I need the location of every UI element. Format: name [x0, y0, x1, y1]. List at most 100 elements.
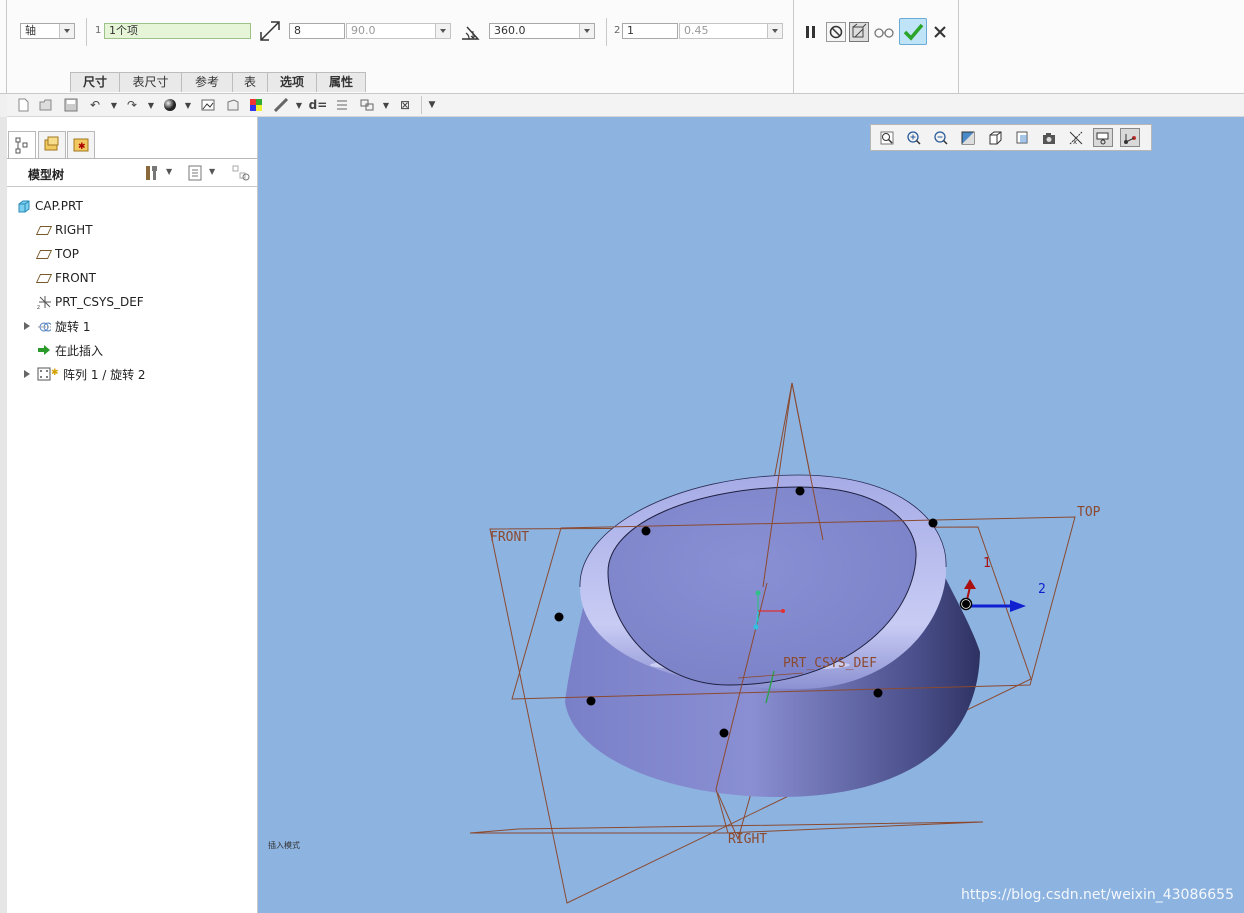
camera-icon[interactable] [1039, 128, 1059, 147]
dashboard-tabs: 尺寸 表尺寸 参考 表 选项 属性 [70, 72, 366, 92]
toolbar-overflow-icon[interactable]: ▼ [424, 97, 440, 113]
member-count-input[interactable]: 8 [289, 23, 345, 39]
annotation-display-icon[interactable] [1093, 128, 1113, 147]
tab-tables[interactable]: 表 [232, 72, 268, 92]
chevron-down-icon[interactable]: ▼ [166, 167, 172, 176]
tree-show-icon[interactable] [186, 164, 204, 182]
folder-browser-tab[interactable] [38, 131, 66, 159]
axis-reference-collector[interactable]: 1个项 [104, 23, 251, 39]
point-display-icon[interactable] [1120, 128, 1140, 147]
redo-icon[interactable]: ↷ [124, 97, 140, 113]
separator [86, 18, 87, 46]
parameters-icon[interactable] [334, 97, 350, 113]
chevron-down-icon[interactable]: ▼ [106, 97, 122, 113]
tree-item-right[interactable]: RIGHT [35, 220, 93, 240]
csys-label: PRT_CSYS_DEF [783, 656, 877, 671]
tree-filter-icon[interactable] [231, 164, 251, 182]
tab-table-dimensions[interactable]: 表尺寸 [119, 72, 182, 92]
favorites-tab[interactable]: ✱ [67, 131, 95, 159]
pattern-direction-arrows[interactable] [959, 579, 1027, 612]
direction2-label: 2 [1038, 582, 1046, 597]
tree-header-divider [7, 186, 257, 187]
layers-view-icon[interactable] [1012, 128, 1032, 147]
right-plane-label: RIGHT [728, 832, 767, 847]
chevron-down-icon [435, 24, 450, 38]
expand-arrow-icon[interactable] [24, 370, 30, 378]
appearance-gallery-icon[interactable] [248, 97, 264, 113]
direction2-count-input[interactable]: 1 [622, 23, 678, 39]
datum-plane-icon [35, 247, 53, 261]
tree-item-cap-prt[interactable]: CAP.PRT [17, 196, 83, 216]
model-tree-tab[interactable] [8, 131, 36, 159]
measure-icon[interactable] [273, 97, 289, 113]
chevron-down-icon[interactable]: ▼ [291, 97, 307, 113]
tree-settings-tools-icon[interactable] [143, 164, 161, 182]
tree-item-front[interactable]: FRONT [35, 268, 96, 288]
tree-item-top[interactable]: TOP [35, 244, 80, 264]
separator [421, 96, 422, 114]
no-preview-icon[interactable] [826, 22, 846, 42]
pattern-type-combo[interactable]: 轴 [20, 23, 75, 39]
save-icon[interactable] [63, 97, 79, 113]
expand-arrow-icon[interactable] [24, 322, 30, 330]
increment-angle-combo[interactable]: 90.0 [346, 23, 451, 39]
open-folder-icon[interactable] [38, 97, 54, 113]
layer-icon[interactable] [225, 97, 241, 113]
front-plane-label: FRONT [490, 530, 529, 545]
tab-options[interactable]: 选项 [267, 72, 317, 92]
chevron-down-icon [579, 24, 594, 38]
direction2-spacing-combo[interactable]: 0.45 [679, 23, 783, 39]
zoom-out-icon[interactable] [931, 128, 951, 147]
saved-orientations-icon[interactable] [985, 128, 1005, 147]
model-tree-icon [15, 137, 28, 154]
pause-icon[interactable] [803, 23, 819, 41]
chevron-down-icon[interactable]: ▼ [209, 167, 215, 176]
repaint-icon[interactable] [958, 128, 978, 147]
confirm-button[interactable] [899, 18, 927, 45]
chevron-down-icon[interactable]: ▼ [180, 97, 196, 113]
part-icon [17, 199, 31, 213]
datum-display-icon[interactable]: x [1066, 128, 1086, 147]
revolve-icon [37, 319, 51, 333]
tree-item-label: TOP [55, 247, 80, 261]
tree-item-revolve1[interactable]: 旋转 1 [37, 316, 90, 336]
tab-dimensions[interactable]: 尺寸 [70, 72, 120, 92]
relations-icon[interactable]: d= [309, 97, 328, 113]
tree-item-label: FRONT [55, 271, 96, 285]
view-toolbar: x [870, 124, 1152, 151]
glasses-preview-icon[interactable] [873, 23, 895, 41]
tree-item-pattern1[interactable]: ✱ 阵列 1 / 旋转 2 [37, 364, 146, 384]
tree-item-csys[interactable]: z PRT_CSYS_DEF [37, 292, 144, 312]
tree-item-label: CAP.PRT [35, 199, 83, 213]
model-canvas: FRONT TOP RIGHT PRT_CSYS_DEF 1 2 [469, 382, 1101, 904]
svg-text:x: x [1073, 138, 1077, 146]
separator [958, 0, 959, 93]
total-angle-combo[interactable]: 360.0 [489, 23, 595, 39]
tree-item-label: 在此插入 [55, 343, 104, 358]
chevron-down-icon[interactable]: ▼ [378, 97, 394, 113]
angle-range-icon[interactable] [459, 21, 481, 43]
graphics-viewport[interactable]: FRONT TOP RIGHT PRT_CSYS_DEF 1 2 [258, 117, 1244, 913]
zoom-in-icon[interactable] [904, 128, 924, 147]
cancel-button[interactable] [932, 24, 948, 40]
tree-item-insert-here[interactable]: 在此插入 [37, 340, 103, 360]
undo-icon[interactable]: ↶ [87, 97, 103, 113]
tab-references[interactable]: 参考 [181, 72, 233, 92]
chevron-down-icon [59, 24, 74, 38]
shading-sphere-icon[interactable] [162, 97, 178, 113]
direction2-spacing-value: 0.45 [684, 24, 709, 37]
wireframe-preview-icon[interactable] [849, 22, 869, 42]
regenerate-icon[interactable] [359, 97, 375, 113]
increment-angle-value: 90.0 [351, 24, 376, 37]
new-file-icon[interactable] [15, 97, 31, 113]
separator [606, 18, 607, 46]
axis-reference-value: 1个项 [109, 24, 138, 37]
pattern-members-icon[interactable] [259, 20, 281, 42]
refit-icon[interactable] [877, 128, 897, 147]
chevron-down-icon[interactable]: ▼ [143, 97, 159, 113]
dashboard-edge [6, 0, 7, 93]
image-icon[interactable] [200, 97, 216, 113]
tab-properties[interactable]: 属性 [316, 72, 366, 92]
close-window-icon[interactable]: ⊠ [397, 97, 413, 113]
coordinate-system-icon: z [37, 295, 51, 310]
